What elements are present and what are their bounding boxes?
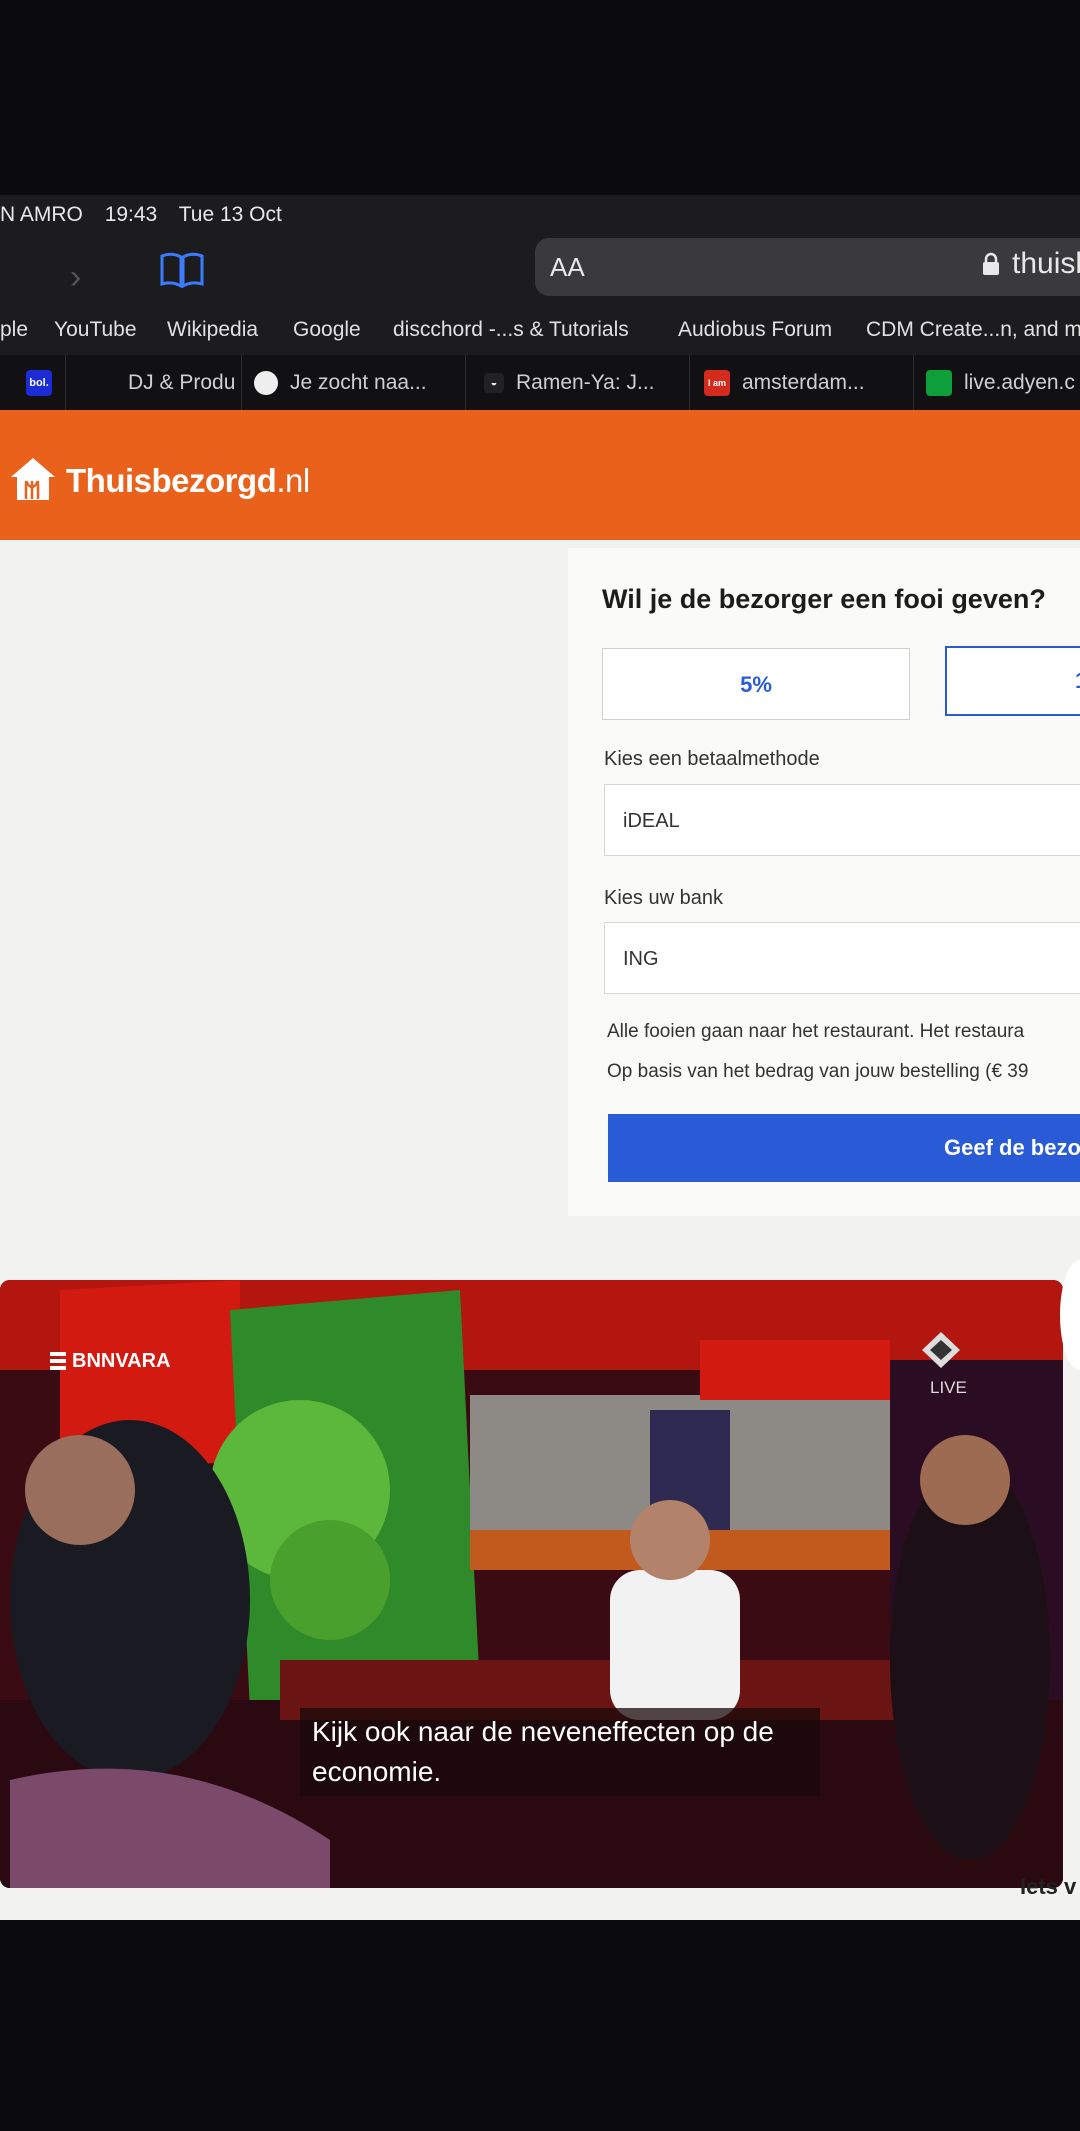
channel-logo: BNNVARA (72, 1350, 171, 1372)
tab-label: Je zocht naa... (290, 371, 427, 394)
tip-option-selected[interactable]: 1 (945, 646, 1080, 716)
payment-method-select[interactable]: iDEAL (604, 784, 1080, 856)
pin-favicon (254, 371, 278, 396)
reader-options-button[interactable]: AA (550, 252, 585, 283)
device-bezel-top (0, 0, 1080, 195)
tab-label: DJ & Produ (128, 371, 236, 394)
favorite-link[interactable]: Audiobus Forum (678, 318, 832, 342)
tip-option-label: 1 (1075, 668, 1080, 694)
bnnvara-logo-icon (50, 1352, 66, 1370)
tab-dj-produ[interactable]: DJ & Produ (66, 355, 242, 410)
order-amount-text: Op basis van het bedrag van jouw bestell… (607, 1061, 1029, 1082)
site-logo[interactable]: Thuisbezorgd.nl (66, 462, 310, 500)
payment-method-label: Kies een betaalmethode (604, 748, 820, 770)
tip-option-5-percent[interactable]: 5% (602, 648, 910, 720)
date-label: Tue 13 Oct (178, 203, 282, 226)
tab-label: live.adyen.c (964, 371, 1075, 394)
bookmarks-icon[interactable] (160, 252, 204, 288)
carrier-label: N AMRO (0, 203, 83, 226)
favorite-link[interactable]: discchord -...s & Tutorials (393, 318, 629, 342)
status-bar: N AMRO 19:43 Tue 13 Oct (0, 203, 298, 233)
video-subtitle: Kijk ook naar de neveneffecten op de eco… (300, 1708, 820, 1796)
tab-ramen-ya[interactable]: ◒ Ramen-Ya: J... (466, 355, 690, 410)
tip-info-text: Alle fooien gaan naar het restaurant. He… (607, 1021, 1025, 1042)
logo-brand: Thuisbezorgd (66, 462, 277, 499)
favorites-bar: ple YouTube Wikipedia Google discchord -… (0, 318, 1080, 350)
favorite-link[interactable]: Google (293, 318, 361, 342)
iamsterdam-favicon: I am (704, 370, 730, 397)
side-text: Iets v (1020, 1874, 1077, 1899)
favorite-link[interactable]: ple (0, 318, 28, 342)
device-bezel-bottom (0, 1920, 1080, 2131)
lock-icon (983, 252, 999, 275)
url-text[interactable]: thuisb (1012, 247, 1080, 281)
tab-adyen[interactable]: live.adyen.c (914, 355, 1080, 410)
tab-amsterdam[interactable]: I am amsterdam... (690, 355, 914, 410)
forward-icon[interactable]: › (70, 258, 81, 297)
favorite-link[interactable]: CDM Create...n, and m (866, 318, 1080, 342)
tab-bol[interactable]: bol. (0, 355, 66, 410)
live-label: LIVE (930, 1378, 967, 1397)
house-logo-icon[interactable] (8, 455, 58, 503)
give-tip-button[interactable]: Geef de bezo (608, 1114, 1080, 1182)
bank-select[interactable]: ING (604, 922, 1080, 994)
give-tip-button-label: Geef de bezo (944, 1135, 1080, 1160)
favorite-link[interactable]: YouTube (54, 318, 137, 342)
bank-label: Kies uw bank (604, 887, 723, 909)
favorite-link[interactable]: Wikipedia (167, 318, 258, 342)
tab-je-zocht[interactable]: Je zocht naa... (242, 355, 466, 410)
tab-label: amsterdam... (742, 371, 865, 394)
logo-tld: .nl (276, 462, 310, 499)
tab-label: Ramen-Ya: J... (516, 371, 655, 394)
bowl-favicon: ◒ (484, 373, 504, 394)
clock: 19:43 (104, 203, 158, 226)
tip-title: Wil je de bezorger een fooi geven? (602, 584, 1046, 614)
tab-bar: bol. DJ & Produ Je zocht naa... ◒ Ramen-Y… (0, 355, 1080, 410)
adyen-favicon (926, 370, 952, 397)
bol-favicon: bol. (26, 370, 52, 397)
